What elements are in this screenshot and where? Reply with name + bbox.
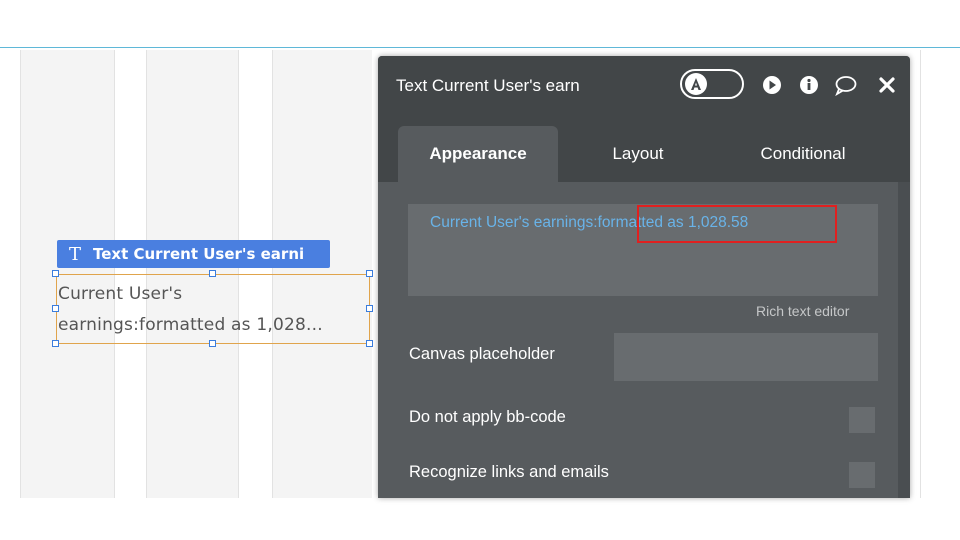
element-name-label: Text Current User's earni [93,245,305,263]
bb-code-label: Do not apply bb-code [409,408,566,426]
canvas-gridline [920,50,921,498]
text-element-content: Current User's earnings:formatted as 1,0… [58,279,370,341]
resize-handle-top-right[interactable] [366,270,373,277]
expression-source: Current User's earnings [430,214,594,231]
element-name-tag[interactable]: T Text Current User's earni [57,240,330,268]
close-icon[interactable] [876,74,898,96]
info-icon[interactable] [798,74,820,96]
tab-appearance[interactable]: Appearance [398,126,558,182]
tab-layout[interactable]: Layout [568,126,708,182]
canvas-gridline [20,50,21,498]
canvas-placeholder-label: Canvas placeholder [409,345,555,363]
resize-handle-top-left[interactable] [52,270,59,277]
resize-handle-bottom[interactable] [209,340,216,347]
comment-icon[interactable] [834,74,857,97]
avatar-icon [685,73,707,95]
play-icon[interactable] [761,74,783,96]
rich-text-editor-link[interactable]: Rich text editor [756,303,849,319]
panel-title: Text Current User's earn [396,76,580,95]
text-element-line-1: Current User's [58,284,183,304]
recognize-links-checkbox[interactable] [849,462,875,488]
resize-handle-top[interactable] [209,270,216,277]
text-element-line-2: earnings:formatted as 1,028... [58,315,323,335]
property-editor-panel: Text Current User's earn Appearance Layo… [378,56,910,498]
panel-scrollbar[interactable] [898,182,910,498]
text-icon: T [68,243,81,265]
recognize-links-label: Recognize links and emails [409,463,609,481]
tab-conditional[interactable]: Conditional [728,126,878,182]
resize-handle-bottom-left[interactable] [52,340,59,347]
user-view-toggle[interactable] [680,69,744,99]
bb-code-checkbox[interactable] [849,407,875,433]
canvas-placeholder-input[interactable] [614,333,878,381]
resize-handle-left[interactable] [52,305,59,312]
resize-handle-right[interactable] [366,305,373,312]
resize-handle-bottom-right[interactable] [366,340,373,347]
rich-text-input[interactable]: Current User's earnings:formatted as 1,0… [408,204,878,296]
annotation-highlight-box [637,205,837,243]
